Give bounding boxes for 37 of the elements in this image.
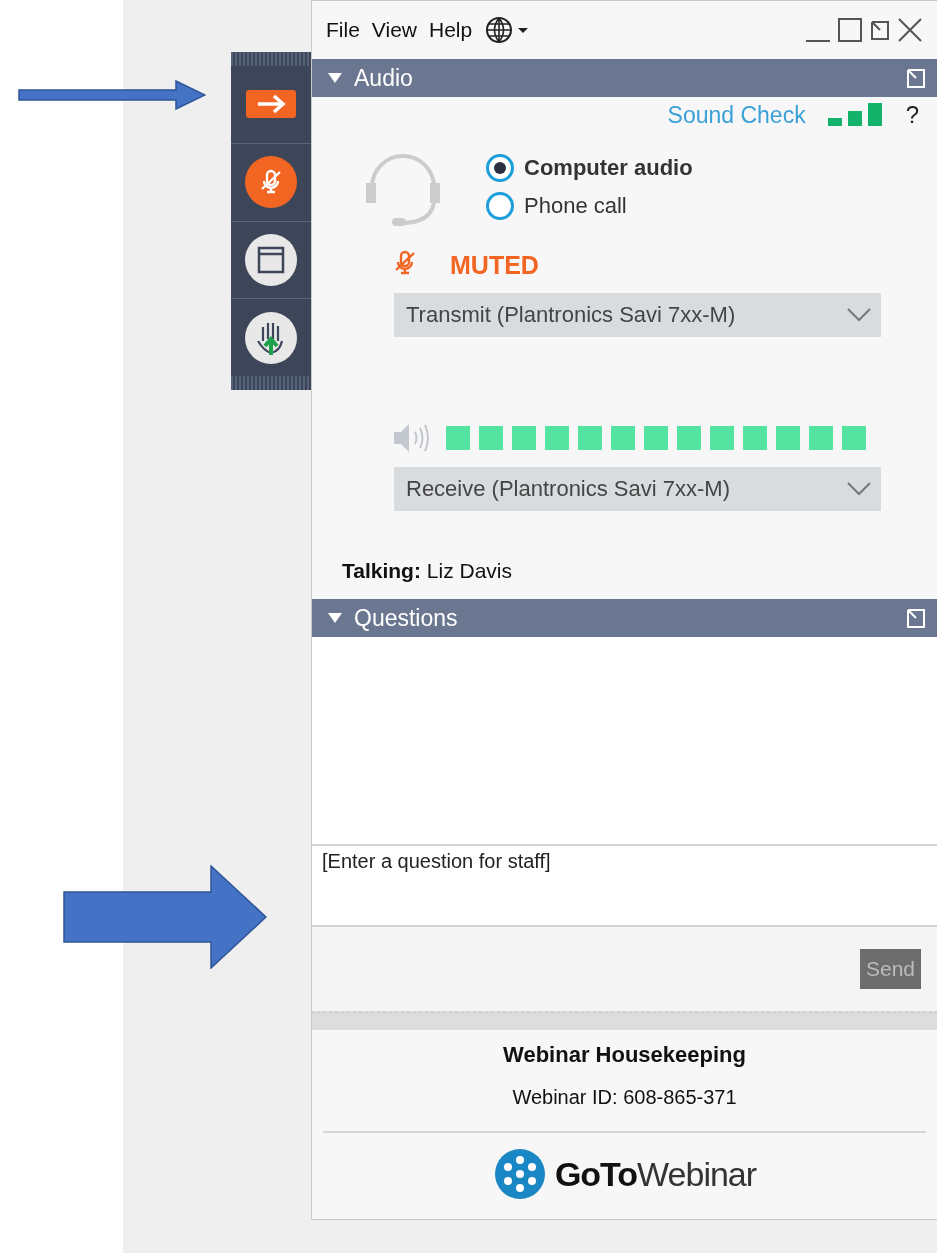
- window-icon: [244, 232, 298, 287]
- collapse-icon: [328, 613, 342, 623]
- receive-dropdown[interactable]: Receive (Plantronics Savi 7xx-M): [394, 467, 881, 511]
- question-field[interactable]: [Enter a question for staff]: [312, 844, 937, 927]
- maximize-icon[interactable]: [837, 17, 863, 43]
- hand-icon: [244, 310, 298, 365]
- grip-handle[interactable]: [231, 52, 311, 66]
- menu-item[interactable]: View: [371, 18, 417, 42]
- signal-bars-icon: [827, 103, 884, 127]
- popout-icon[interactable]: [905, 607, 927, 629]
- arrow-icon: [18, 80, 206, 110]
- microphone-icon: [244, 155, 298, 210]
- muted-label: MUTED: [450, 250, 539, 280]
- popout-icon[interactable]: [905, 67, 927, 89]
- talking-status: Talking: Liz Davis: [342, 559, 513, 583]
- logo-text: GoToWebinar: [554, 1154, 757, 1194]
- panel-title: Audio: [354, 64, 413, 92]
- flower-logo-icon: [492, 1147, 547, 1201]
- panel-header[interactable]: Questions: [312, 599, 937, 637]
- webinar-id: Webinar ID: 608-865-371: [512, 1086, 737, 1109]
- menu-item[interactable]: Help: [429, 18, 473, 42]
- close-icon[interactable]: [897, 17, 923, 43]
- panel-title: Questions: [354, 604, 458, 632]
- panel-header[interactable]: Audio: [312, 59, 937, 97]
- chevron-icon: [847, 482, 871, 496]
- webinar-title: Webinar Housekeeping: [503, 1042, 746, 1068]
- collapse-icon: [328, 73, 342, 83]
- radio-option[interactable]: Phone call: [486, 192, 693, 220]
- help-icon[interactable]: ?: [905, 101, 919, 129]
- globe-icon[interactable]: [484, 15, 531, 45]
- popout-icon[interactable]: [869, 19, 891, 41]
- radio-option[interactable]: Computer audio: [486, 154, 693, 182]
- transmit-dropdown[interactable]: Transmit (Plantronics Savi 7xx-M): [394, 293, 881, 337]
- grip-handle[interactable]: [231, 376, 311, 390]
- menu-item[interactable]: File: [326, 18, 360, 42]
- chevron-icon: [847, 308, 871, 322]
- arrow-icon: [63, 865, 267, 969]
